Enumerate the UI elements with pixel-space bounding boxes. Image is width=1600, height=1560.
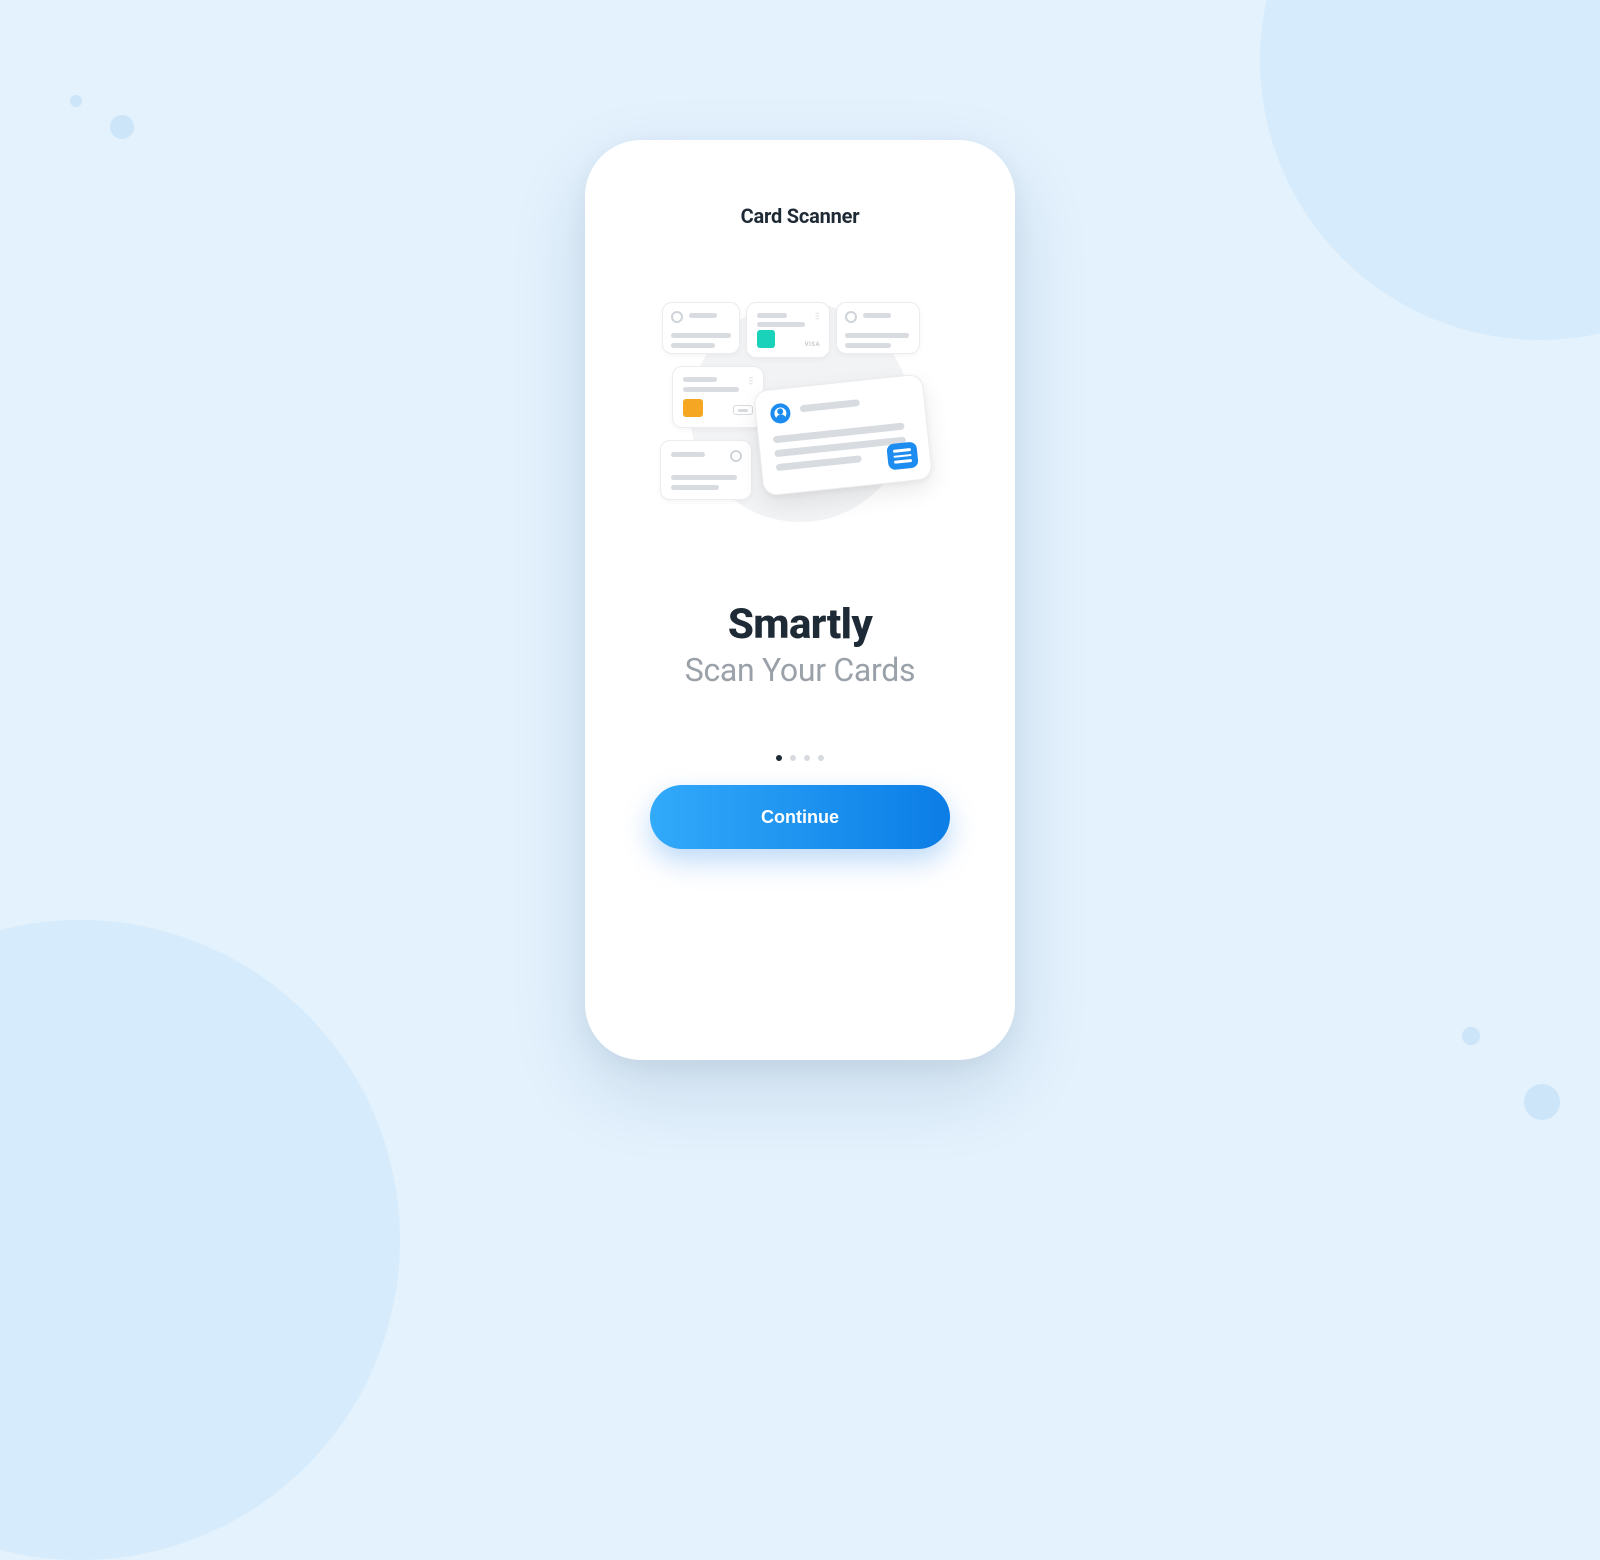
background-dot [1524, 1084, 1560, 1120]
placeholder-line [671, 343, 715, 348]
placeholder-line [671, 333, 731, 338]
list-icon [886, 441, 919, 470]
headline-subtitle: Scan Your Cards [685, 651, 916, 689]
nfc-icon: ››› [812, 312, 822, 320]
person-icon [769, 402, 791, 424]
placeholder-line [671, 452, 705, 457]
person-icon [730, 450, 742, 462]
card-slot-icon [733, 405, 753, 415]
placeholder-line [683, 377, 717, 382]
continue-button[interactable]: Continue [650, 785, 950, 849]
illustration-contact-card [660, 440, 752, 500]
page-indicator [776, 755, 824, 761]
person-icon [845, 311, 857, 323]
onboarding-illustration: ››› VISA ››› [650, 272, 950, 552]
background-circle-top-right [1260, 0, 1600, 340]
card-chip-icon [757, 330, 775, 348]
page-dot[interactable] [790, 755, 796, 761]
page-dot-active[interactable] [776, 755, 782, 761]
background-dot [70, 95, 82, 107]
illustration-business-card-front [753, 373, 933, 496]
placeholder-line [671, 475, 737, 480]
placeholder-line [671, 485, 719, 490]
illustration-credit-card: ››› [672, 366, 764, 428]
placeholder-line [845, 343, 891, 348]
phone-frame: Card Scanner ››› VISA ››› [585, 140, 1015, 1060]
placeholder-line [776, 455, 862, 471]
page-dot[interactable] [804, 755, 810, 761]
background-circle-bottom-left [0, 920, 400, 1560]
illustration-contact-card [836, 302, 920, 354]
placeholder-line [845, 333, 909, 338]
card-chip-icon [683, 399, 703, 417]
placeholder-line [800, 399, 860, 412]
headline-bold: Smartly [685, 600, 916, 649]
card-brand-label: VISA [805, 341, 820, 348]
illustration-contact-card [662, 302, 740, 354]
onboarding-headline: Smartly Scan Your Cards [685, 600, 916, 689]
placeholder-line [683, 387, 739, 392]
placeholder-line [863, 313, 891, 318]
person-icon [671, 311, 683, 323]
background-dot [110, 115, 134, 139]
nfc-icon: ››› [745, 376, 756, 385]
background-dot [1462, 1027, 1480, 1045]
placeholder-line [757, 322, 805, 327]
page-dot[interactable] [818, 755, 824, 761]
placeholder-line [757, 313, 787, 318]
app-title: Card Scanner [741, 204, 860, 228]
placeholder-line [689, 313, 717, 318]
illustration-credit-card: ››› VISA [746, 302, 830, 358]
